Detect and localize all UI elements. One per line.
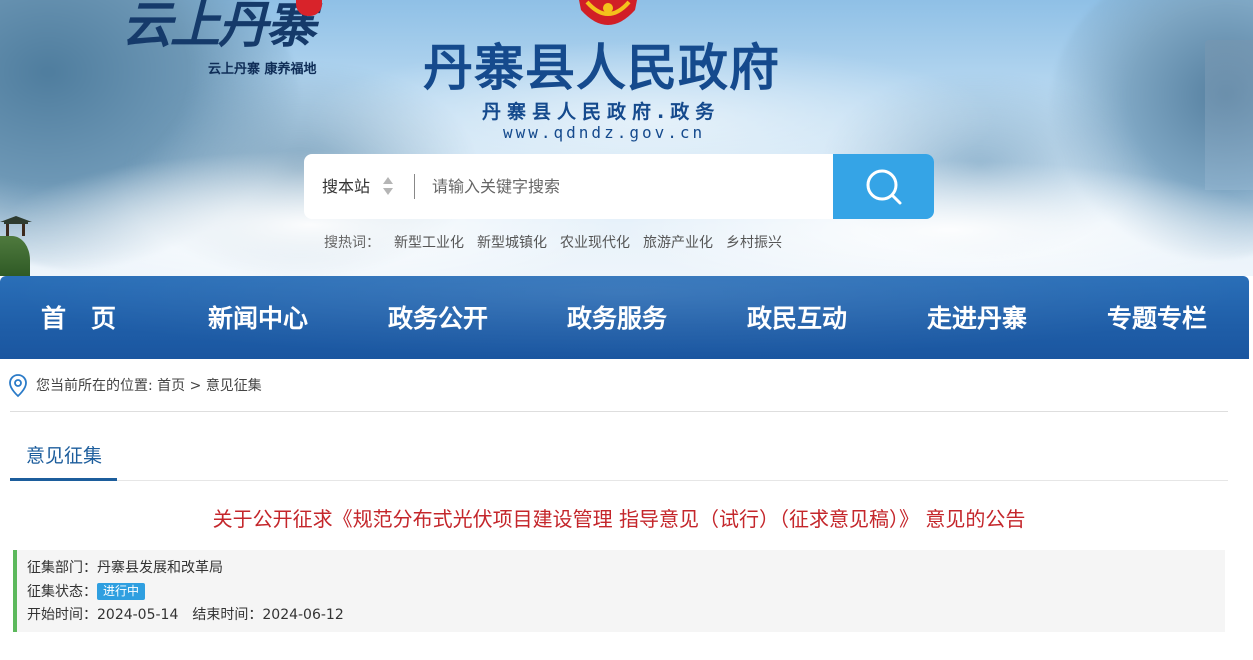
start-date-value: 2024-05-14 — [97, 607, 179, 623]
end-date-label: 结束时间： — [192, 607, 263, 623]
status-label: 征集状态： — [27, 584, 97, 600]
main-navigation: 首 页 新闻中心 政务公开 政务服务 政民互动 走进丹寨 专题专栏 — [0, 276, 1249, 359]
department-row: 征集部门：丹寨县发展和改革局 — [27, 557, 223, 577]
hot-words-bar: 搜热词： 新型工业化 新型城镇化 农业现代化 旅游产业化 乡村振兴 — [324, 232, 795, 252]
search-button[interactable] — [833, 154, 934, 219]
government-title: 丹寨县人民政府 — [423, 39, 780, 97]
article-title[interactable]: 关于公开征求《规范分布式光伏项目建设管理 指导意见（试行）（征求意见稿）》 意见… — [0, 503, 1238, 532]
logo-slogan: 云上丹寨 康养福地 — [208, 62, 317, 77]
sort-arrows-icon[interactable] — [382, 176, 394, 198]
government-subtitle: 丹寨县人民政府.政务 — [482, 101, 721, 123]
status-badge: 进行中 — [97, 583, 146, 600]
nav-item-interaction[interactable]: 政民互动 — [747, 276, 847, 359]
national-emblem-icon — [579, 0, 637, 25]
nav-item-home[interactable]: 首 页 — [41, 276, 116, 359]
hot-word-link[interactable]: 旅游产业化 — [643, 232, 713, 252]
nav-item-news[interactable]: 新闻中心 — [208, 276, 308, 359]
department-value: 丹寨县发展和改革局 — [97, 560, 223, 576]
breadcrumb-home-link[interactable]: 首页 — [157, 378, 185, 394]
breadcrumb-current[interactable]: 意见征集 — [206, 378, 262, 394]
collection-info-box: 征集部门：丹寨县发展和改革局 征集状态： 进行中 开始时间：2024-05-14 结… — [13, 550, 1225, 632]
nav-item-about[interactable]: 走进丹寨 — [927, 276, 1027, 359]
start-date-label: 开始时间： — [27, 607, 97, 623]
government-url: www.qdndz.gov.cn — [503, 123, 706, 142]
end-date-value: 2024-06-12 — [262, 607, 344, 623]
search-scope-select[interactable]: 搜本站 — [322, 154, 370, 219]
nav-item-government-affairs[interactable]: 政务公开 — [388, 276, 488, 359]
search-bar: 搜本站 — [304, 154, 934, 219]
divider — [10, 411, 1228, 412]
search-icon — [866, 169, 902, 205]
tab-opinion-collection[interactable]: 意见征集 — [26, 441, 102, 468]
search-divider — [414, 174, 415, 199]
header-banner: 云上丹寨 云上丹寨 康养福地 丹寨县人民政府 丹寨县人民政府.政务 www.qd… — [0, 0, 1253, 276]
breadcrumb-separator: > — [185, 378, 206, 394]
status-row: 征集状态： 进行中 — [27, 581, 146, 601]
hot-word-link[interactable]: 乡村振兴 — [726, 232, 782, 252]
nav-item-topics[interactable]: 专题专栏 — [1107, 276, 1207, 359]
date-row: 开始时间：2024-05-14 结束时间：2024-06-12 — [27, 604, 344, 624]
search-input[interactable] — [432, 166, 822, 207]
hot-word-link[interactable]: 农业现代化 — [560, 232, 630, 252]
divider — [10, 480, 1228, 481]
department-label: 征集部门： — [27, 560, 97, 576]
tower-decoration — [1205, 40, 1253, 190]
logo-seal — [296, 0, 322, 16]
location-pin-icon — [9, 374, 27, 398]
hot-words-label: 搜热词： — [324, 235, 380, 251]
hot-word-link[interactable]: 新型工业化 — [394, 232, 464, 252]
hot-word-link[interactable]: 新型城镇化 — [477, 232, 547, 252]
site-logo-text[interactable]: 云上丹寨 — [122, 0, 316, 50]
active-tab-indicator — [10, 478, 117, 481]
nav-item-services[interactable]: 政务服务 — [567, 276, 667, 359]
pavilion-icon — [0, 216, 32, 236]
breadcrumb-prefix: 您当前所在的位置: — [36, 378, 158, 394]
